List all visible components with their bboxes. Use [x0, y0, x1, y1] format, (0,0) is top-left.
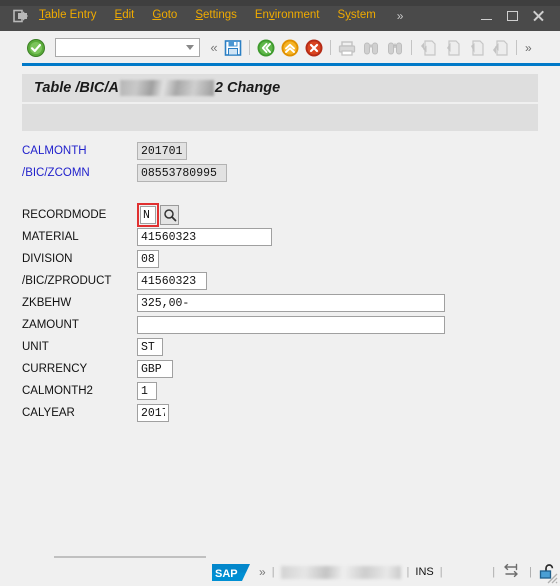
input-bic-zcomn[interactable]: [137, 164, 227, 182]
form-row-calyear: CALYEAR: [0, 402, 560, 424]
status-separator: |: [406, 566, 410, 578]
save-button[interactable]: [222, 37, 244, 59]
status-separator: |: [529, 566, 532, 578]
toolbar-collapse-button[interactable]: «: [207, 40, 221, 55]
first-page-button: [417, 37, 439, 59]
sap-logo: SAP: [212, 563, 250, 581]
cancel-button[interactable]: [303, 37, 325, 59]
toolbar-underline: [22, 63, 560, 66]
chevron-down-icon[interactable]: [186, 45, 194, 50]
previous-page-button: [441, 37, 463, 59]
input-bic-zproduct[interactable]: [137, 272, 207, 290]
command-field[interactable]: [55, 38, 200, 57]
minimize-button[interactable]: [474, 3, 500, 29]
status-separator: |: [271, 566, 275, 578]
command-input[interactable]: [56, 39, 180, 56]
label-unit: UNIT: [22, 341, 49, 353]
label-bic-zproduct: /BIC/ZPRODUCT: [22, 275, 112, 287]
form-row-bic-zcomn: /BIC/ZCOMN: [0, 162, 560, 184]
input-material[interactable]: [137, 228, 272, 246]
status-overflow-button[interactable]: »: [259, 565, 266, 579]
form-row-division: DIVISION: [0, 248, 560, 270]
find-next-button: [384, 37, 406, 59]
form-row-bic-zproduct: /BIC/ZPRODUCT: [0, 270, 560, 292]
input-currency[interactable]: [137, 360, 173, 378]
screen-subheader-bar: [22, 104, 538, 131]
last-page-button: [489, 37, 511, 59]
search-help-icon[interactable]: [160, 205, 179, 225]
recordmode-focus-indicator: [137, 203, 159, 227]
print-button: [336, 37, 358, 59]
toolbar-separator: [330, 40, 331, 55]
redacted-table-name: [119, 80, 214, 96]
form-group-spacer: [0, 184, 560, 204]
input-zamount[interactable]: [137, 316, 445, 334]
next-page-button: [465, 37, 487, 59]
status-bar: SAP » | | INS | | |: [0, 558, 560, 586]
label-material: MATERIAL: [22, 231, 79, 243]
exit-button[interactable]: [279, 37, 301, 59]
insert-mode-indicator: INS: [415, 566, 434, 578]
page-title-prefix: Table /BIC/A: [34, 80, 119, 96]
maximize-button[interactable]: [500, 3, 526, 29]
toolbar-separator: [411, 40, 412, 55]
close-button[interactable]: [526, 3, 552, 29]
form-row-currency: CURRENCY: [0, 358, 560, 380]
label-calmonth2: CALMONTH2: [22, 385, 93, 397]
label-calyear: CALYEAR: [22, 407, 75, 419]
page-title: Table /BIC/A 2 Change: [34, 80, 280, 96]
input-calyear[interactable]: [137, 404, 169, 422]
back-button[interactable]: [255, 37, 277, 59]
input-calmonth[interactable]: [137, 142, 187, 160]
label-zamount: ZAMOUNT: [22, 319, 79, 331]
input-calmonth2[interactable]: [137, 382, 157, 400]
label-recordmode: RECORDMODE: [22, 209, 107, 221]
form-row-unit: UNIT: [0, 336, 560, 358]
form-row-zkbehw: ZKBEHW: [0, 292, 560, 314]
table-entry-form: CALMONTH /BIC/ZCOMN RECORDMODE MATERIAL …: [0, 140, 560, 424]
exit-box-icon[interactable]: [12, 7, 30, 25]
redacted-system-info: [280, 565, 401, 579]
input-division[interactable]: [137, 250, 159, 268]
svg-text:SAP: SAP: [215, 568, 238, 580]
input-recordmode[interactable]: [140, 206, 156, 224]
data-transfer-icon[interactable]: [501, 563, 523, 581]
menu-bar: Table Entry Edit Goto Settings Environme…: [0, 0, 560, 31]
toolbar-overflow-button[interactable]: »: [525, 41, 532, 55]
toolbar-separator: [249, 40, 250, 55]
label-division: DIVISION: [22, 253, 73, 265]
find-button: [360, 37, 382, 59]
green-check-enter-icon[interactable]: [26, 38, 46, 58]
toolbar: « »: [0, 31, 560, 64]
label-currency: CURRENCY: [22, 363, 88, 375]
label-bic-zcomn: /BIC/ZCOMN: [22, 167, 90, 179]
menu-overflow-button[interactable]: »: [391, 5, 410, 27]
input-zkbehw[interactable]: [137, 294, 445, 312]
status-separator: |: [492, 566, 496, 578]
window-controls: [474, 3, 560, 29]
label-zkbehw: ZKBEHW: [22, 297, 72, 309]
toolbar-separator: [516, 40, 517, 55]
form-row-zamount: ZAMOUNT: [0, 314, 560, 336]
form-row-recordmode: RECORDMODE: [0, 203, 560, 227]
screen-title-bar: Table /BIC/A 2 Change: [22, 74, 538, 102]
label-calmonth: CALMONTH: [22, 145, 87, 157]
input-unit[interactable]: [137, 338, 163, 356]
page-title-suffix: 2 Change: [214, 80, 281, 96]
form-row-calmonth: CALMONTH: [0, 140, 560, 162]
form-row-calmonth2: CALMONTH2: [0, 380, 560, 402]
form-row-material: MATERIAL: [0, 226, 560, 248]
resize-grip[interactable]: [545, 571, 558, 584]
status-separator: |: [439, 566, 443, 578]
